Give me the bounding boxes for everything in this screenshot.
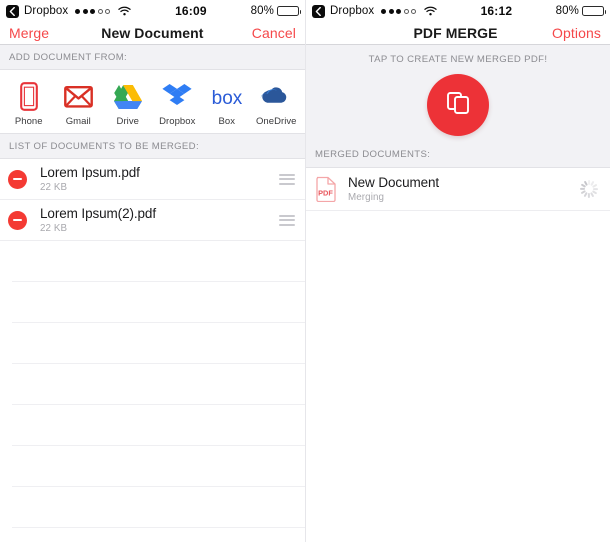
navigation-bar: PDF MERGE Options [306, 22, 610, 45]
merged-document-name: New Document [348, 175, 440, 190]
loading-spinner-icon [580, 180, 598, 198]
svg-text:PDF: PDF [318, 189, 333, 198]
empty-list-row [12, 323, 305, 364]
empty-list-row [12, 528, 305, 542]
document-info: Lorem Ipsum.pdf 22 KB [40, 165, 279, 193]
source-label: Phone [14, 116, 43, 127]
status-bar-left: Dropbox [312, 4, 437, 18]
status-bar-left: Dropbox [6, 4, 131, 18]
dropbox-icon [153, 80, 201, 113]
merge-hint-label: TAP TO CREATE NEW MERGED PDF! [306, 45, 610, 65]
signal-strength-icon [381, 8, 417, 14]
empty-list-row [12, 241, 305, 282]
merged-document-info: New Document Merging [348, 175, 580, 203]
status-bar-right: 80% [555, 5, 606, 17]
status-bar-right: 80% [250, 5, 301, 17]
table-row[interactable]: PDF New Document Merging [306, 168, 610, 211]
empty-list-row [12, 487, 305, 528]
clock-label: 16:09 [175, 4, 207, 18]
empty-rows-container [0, 241, 305, 542]
battery-icon [582, 6, 606, 16]
carrier-label: Dropbox [330, 5, 375, 17]
merged-documents-section-header: MERGED DOCUMENTS: [306, 149, 610, 168]
left-phone-screen: Dropbox 16:09 80% Merge New Document Can… [0, 0, 305, 542]
pdf-file-icon: PDF [315, 176, 337, 203]
battery-percent-label: 80% [555, 5, 579, 17]
reorder-handle-icon[interactable] [279, 214, 295, 226]
document-source-row: Phone Gmail Drive Dropbox box Box OneDri… [0, 70, 305, 134]
wifi-icon [118, 6, 131, 16]
table-row[interactable]: Lorem Ipsum.pdf 22 KB [0, 159, 305, 200]
empty-list-row [12, 282, 305, 323]
back-chevron-icon[interactable] [312, 4, 325, 18]
empty-list-row [12, 405, 305, 446]
source-item-phone[interactable]: Phone [5, 80, 53, 127]
page-title: PDF MERGE [413, 25, 498, 41]
reorder-handle-icon[interactable] [279, 173, 295, 185]
merge-nav-button[interactable]: Merge [9, 25, 53, 41]
gmail-icon [54, 80, 102, 113]
source-label: Box [218, 116, 236, 127]
source-item-drive[interactable]: Drive [104, 80, 152, 127]
document-name: Lorem Ipsum.pdf [40, 165, 140, 180]
status-bar: Dropbox 16:12 80% [306, 0, 610, 22]
documents-list-section-header: LIST OF DOCUMENTS TO BE MERGED: [0, 134, 305, 159]
wifi-icon [424, 6, 437, 16]
dual-screenshot-container: Dropbox 16:09 80% Merge New Document Can… [0, 0, 610, 542]
source-label: OneDrive [255, 116, 297, 127]
source-item-onedrive[interactable]: OneDrive [252, 80, 300, 127]
add-document-section-header: ADD DOCUMENT FROM: [0, 45, 305, 70]
signal-strength-icon [75, 8, 111, 14]
empty-list-row [12, 364, 305, 405]
source-item-dropbox[interactable]: Dropbox [153, 80, 201, 127]
status-bar: Dropbox 16:09 80% [0, 0, 305, 22]
source-item-gmail[interactable]: Gmail [54, 80, 102, 127]
back-chevron-icon[interactable] [6, 4, 19, 18]
table-row[interactable]: Lorem Ipsum(2).pdf 22 KB [0, 200, 305, 241]
documents-list: Lorem Ipsum.pdf 22 KB Lorem Ipsum(2).pdf… [0, 159, 305, 542]
battery-percent-label: 80% [250, 5, 274, 17]
merged-document-status: Merging [348, 192, 385, 203]
cancel-nav-button[interactable]: Cancel [252, 25, 296, 41]
minus-circle-icon[interactable] [8, 169, 27, 189]
merge-documents-icon [445, 90, 471, 121]
google-drive-icon [104, 80, 152, 113]
right-phone-screen: Dropbox 16:12 80% PDF MERGE Options TAP … [305, 0, 610, 542]
onedrive-icon [252, 80, 300, 113]
document-info: Lorem Ipsum(2).pdf 22 KB [40, 206, 279, 234]
box-icon: box [203, 80, 251, 113]
merge-button-zone [306, 65, 610, 149]
page-title: New Document [101, 25, 204, 41]
clock-label: 16:12 [480, 4, 513, 18]
svg-text:box: box [211, 88, 242, 108]
source-item-box[interactable]: box Box [203, 80, 251, 128]
navigation-bar: Merge New Document Cancel [0, 22, 305, 45]
document-size: 22 KB [40, 182, 68, 193]
source-label: Dropbox [159, 116, 196, 127]
options-nav-button[interactable]: Options [552, 25, 601, 41]
phone-icon [5, 80, 53, 113]
carrier-label: Dropbox [24, 5, 69, 17]
minus-circle-icon[interactable] [8, 210, 27, 230]
document-name: Lorem Ipsum(2).pdf [40, 206, 156, 221]
create-merged-pdf-button[interactable] [427, 74, 489, 136]
source-label: Drive [116, 116, 139, 127]
empty-list-row [12, 446, 305, 487]
source-label: Gmail [65, 116, 91, 127]
battery-icon [277, 6, 301, 16]
document-size: 22 KB [40, 223, 68, 234]
